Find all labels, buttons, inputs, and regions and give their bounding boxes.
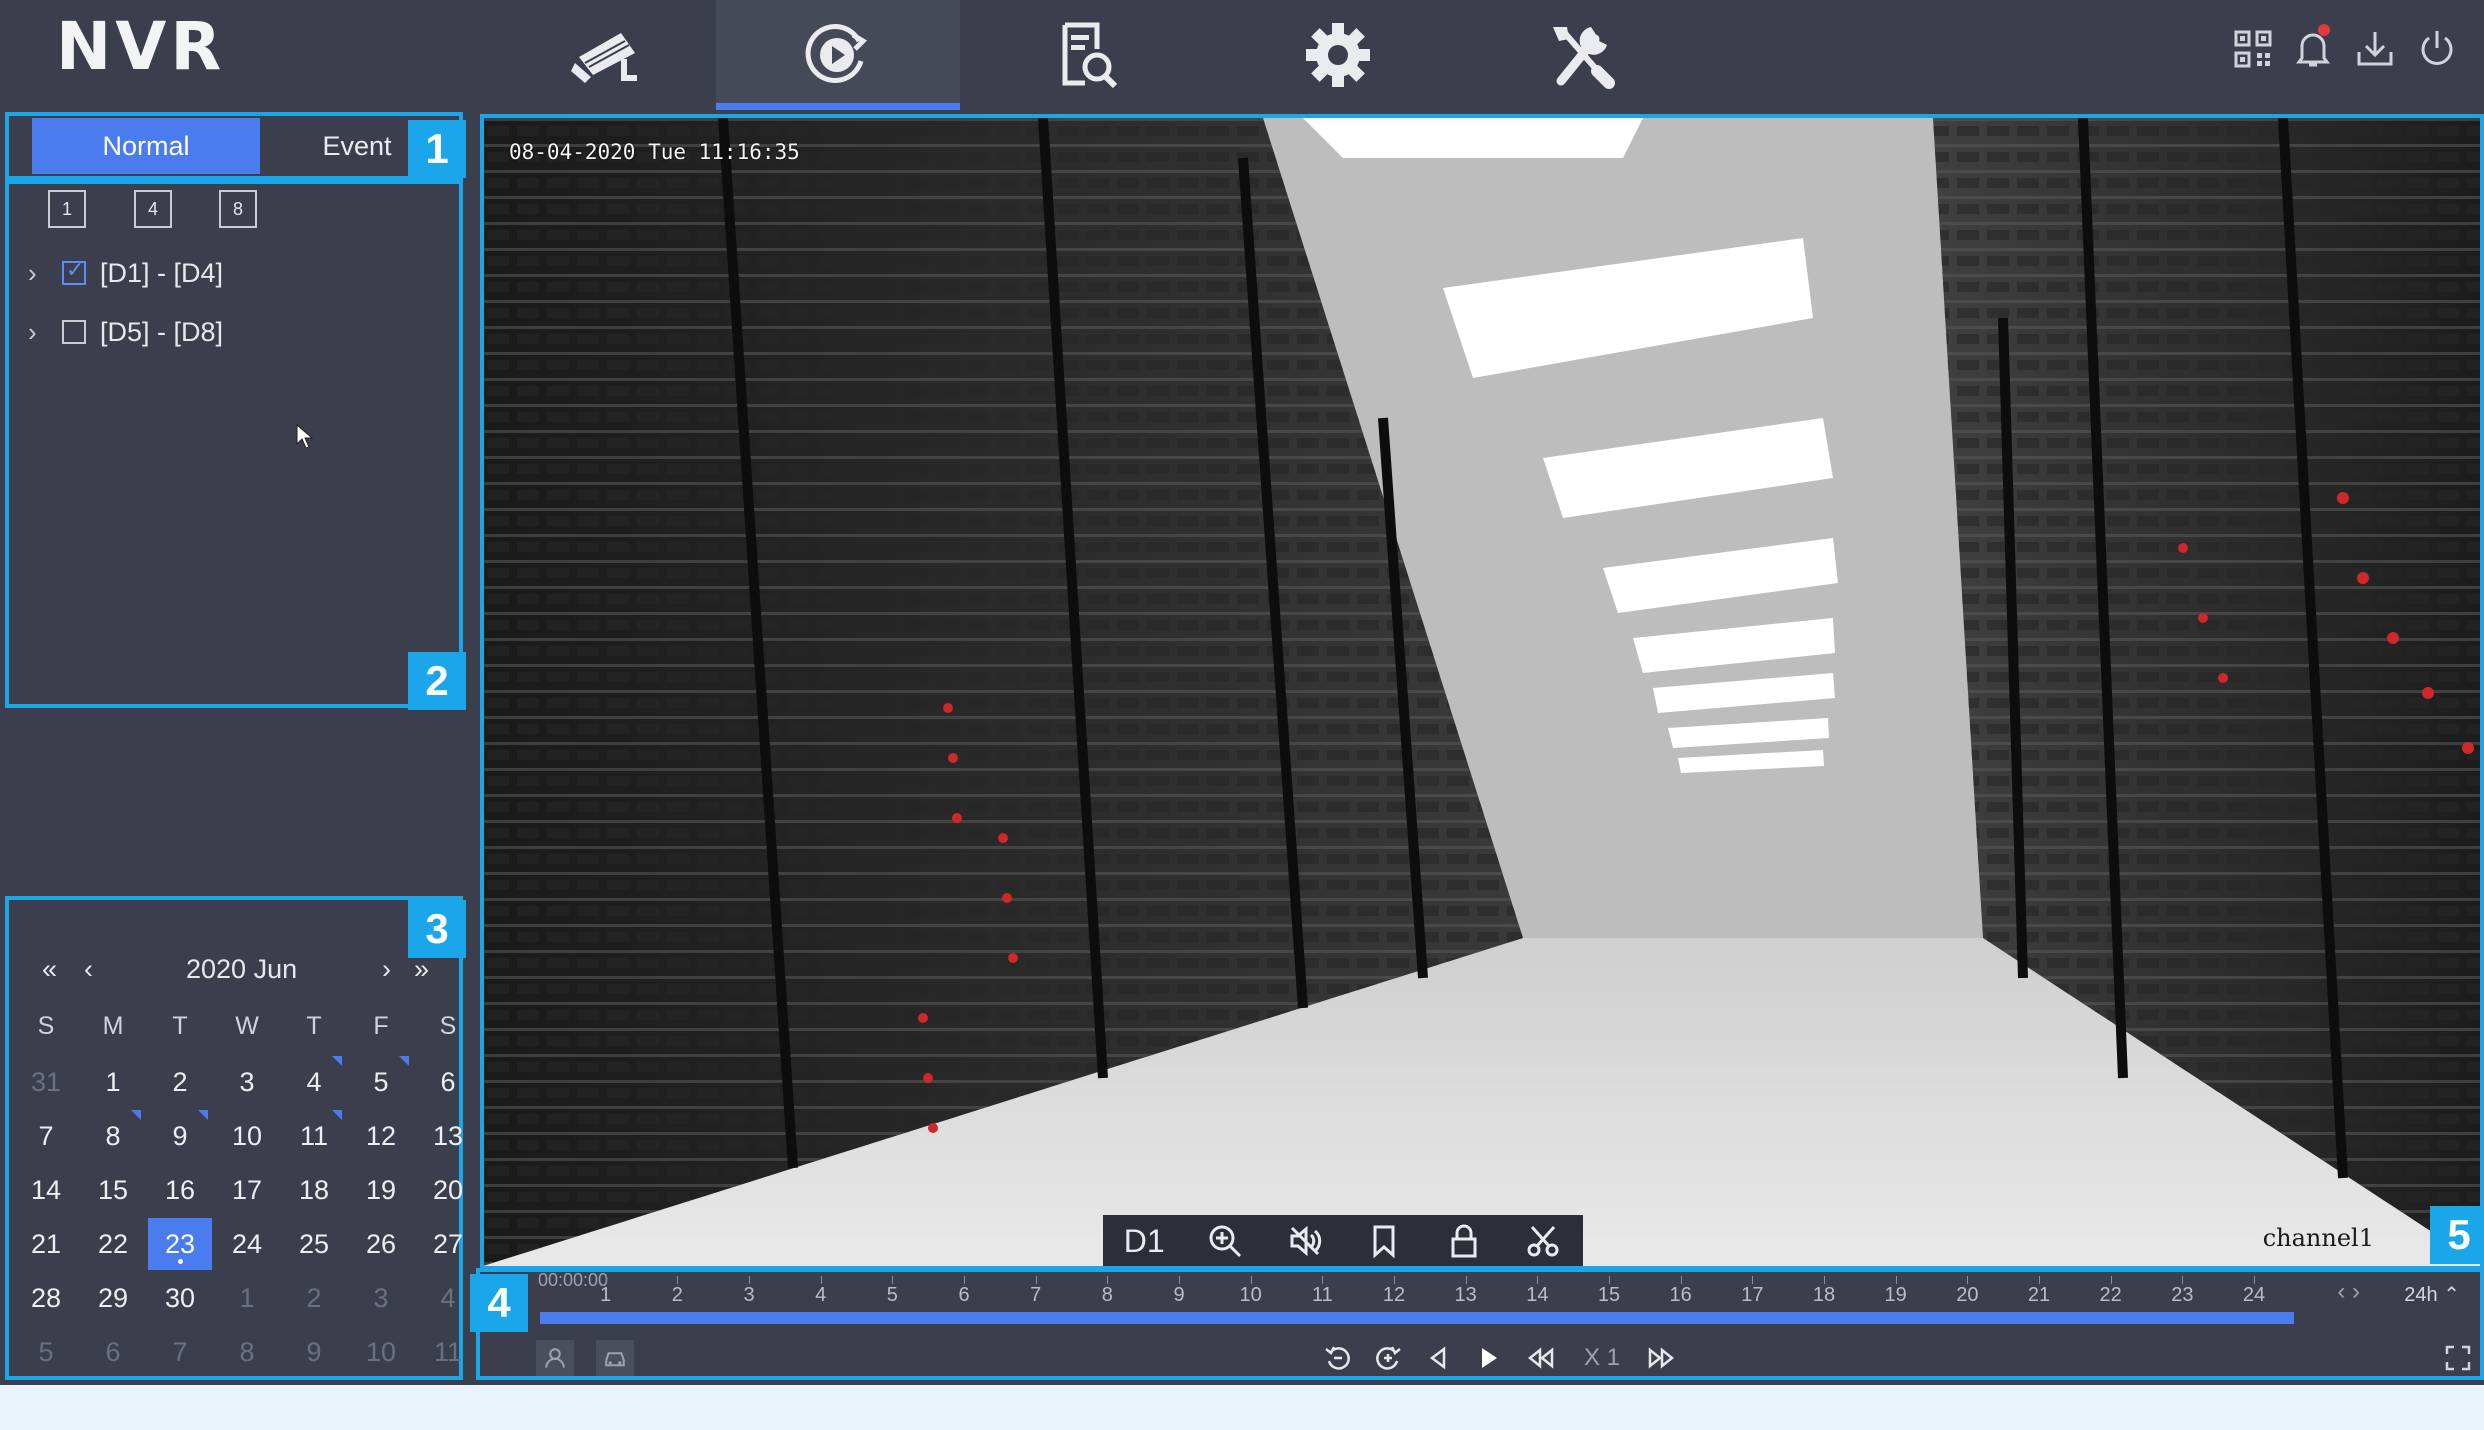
notification-dot (2318, 24, 2330, 36)
calendar-header: « ‹ 2020 Jun › » (10, 950, 462, 994)
calendar-day[interactable]: 31 (14, 1056, 78, 1108)
calendar-day[interactable]: 7 (14, 1110, 78, 1162)
calendar-day[interactable]: 5 (349, 1056, 413, 1108)
calendar-day[interactable]: 23 (148, 1218, 212, 1270)
calendar-day[interactable]: 6 (81, 1326, 145, 1378)
calendar-day[interactable]: 6 (416, 1056, 480, 1108)
file-search-icon (1062, 22, 1118, 89)
calendar-weekday: T (172, 1011, 188, 1040)
calendar-day[interactable]: 8 (81, 1110, 145, 1162)
calendar-weekday: F (373, 1011, 389, 1040)
prev-month-button[interactable]: ‹ (84, 954, 93, 985)
calendar-day[interactable]: 9 (148, 1110, 212, 1162)
calendar-day[interactable]: 14 (14, 1164, 78, 1216)
callout-badge-1: 1 (408, 120, 466, 178)
calendar-title: 2020 Jun (186, 954, 298, 984)
highlight-box-2 (5, 180, 463, 708)
calendar-day[interactable]: 26 (349, 1218, 413, 1270)
calendar-day[interactable]: 5 (14, 1326, 78, 1378)
nav-search[interactable] (962, 0, 1206, 110)
calendar-day[interactable]: 11 (282, 1110, 346, 1162)
calendar-weekday: S (37, 1011, 55, 1040)
tools-icon (1553, 27, 1615, 89)
calendar-day[interactable]: 8 (215, 1326, 279, 1378)
highlight-box-1 (5, 112, 463, 180)
calendar-day[interactable]: 3 (215, 1056, 279, 1108)
calendar-day[interactable]: 15 (81, 1164, 145, 1216)
calendar-day[interactable]: 2 (148, 1056, 212, 1108)
nvr-app: NVR Normal Event 1 1 4 8 › ✓ [D1] - [D4]… (0, 0, 2484, 1385)
calendar-day[interactable]: 7 (148, 1326, 212, 1378)
calendar-day[interactable]: 9 (282, 1326, 346, 1378)
top-bar: NVR (0, 0, 2484, 110)
playback-icon (805, 24, 868, 83)
highlight-box-4 (476, 1268, 2484, 1380)
calendar-day[interactable]: 12 (349, 1110, 413, 1162)
calendar-day[interactable]: 10 (215, 1110, 279, 1162)
calendar-day[interactable]: 11 (416, 1326, 480, 1378)
recording-dot (177, 1259, 183, 1264)
bell-icon[interactable] (2292, 24, 2334, 70)
nav-live-view[interactable] (484, 0, 728, 110)
calendar-weekday: M (102, 1011, 124, 1040)
calendar-day[interactable]: 19 (349, 1164, 413, 1216)
nav-maintenance[interactable] (1460, 0, 1704, 110)
calendar-day[interactable]: 27 (416, 1218, 480, 1270)
calendar-day[interactable]: 28 (14, 1272, 78, 1324)
calendar-day[interactable]: 4 (282, 1056, 346, 1108)
highlight-box-video (480, 114, 2484, 1270)
calendar-day[interactable]: 21 (14, 1218, 78, 1270)
nav-configuration[interactable] (1216, 0, 1460, 110)
calendar-day[interactable]: 1 (215, 1272, 279, 1324)
calendar-day[interactable]: 2 (282, 1272, 346, 1324)
calendar-day[interactable]: 1 (81, 1056, 145, 1108)
calendar-day[interactable]: 29 (81, 1272, 145, 1324)
calendar-day[interactable]: 20 (416, 1164, 480, 1216)
nav-playback[interactable] (716, 0, 960, 110)
calendar-day[interactable]: 13 (416, 1110, 480, 1162)
power-icon[interactable] (2416, 28, 2458, 70)
download-icon[interactable] (2354, 28, 2396, 70)
callout-badge-4: 4 (470, 1274, 528, 1332)
callout-badge-5: 5 (2430, 1206, 2484, 1264)
prev-year-button[interactable]: « (42, 954, 57, 985)
calendar-day[interactable]: 17 (215, 1164, 279, 1216)
calendar-day[interactable]: 22 (81, 1218, 145, 1270)
calendar-day[interactable]: 25 (282, 1218, 346, 1270)
calendar-weekday: W (235, 1011, 259, 1040)
callout-badge-2: 2 (408, 652, 466, 710)
calendar-day[interactable]: 16 (148, 1164, 212, 1216)
calendar-day[interactable]: 10 (349, 1326, 413, 1378)
next-year-button[interactable]: » (414, 954, 429, 985)
calendar-day[interactable]: 18 (282, 1164, 346, 1216)
camera-icon (571, 33, 637, 83)
calendar-day[interactable]: 30 (148, 1272, 212, 1324)
calendar-weekday: S (439, 1011, 457, 1040)
calendar-weekday: T (306, 1011, 322, 1040)
gear-icon (1306, 23, 1370, 87)
next-month-button[interactable]: › (382, 954, 391, 985)
logo: NVR (56, 8, 226, 85)
qr-code-icon[interactable] (2232, 28, 2274, 70)
calendar-day[interactable]: 3 (349, 1272, 413, 1324)
calendar-day[interactable]: 24 (215, 1218, 279, 1270)
